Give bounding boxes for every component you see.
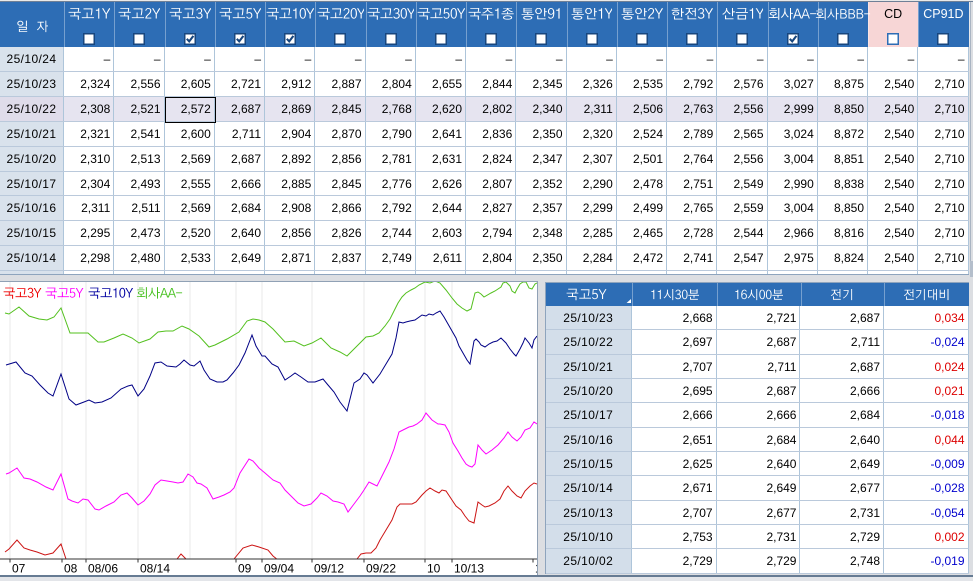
svg-text:09/22: 09/22 [366, 561, 396, 575]
svg-text:08: 08 [64, 561, 78, 575]
svg-text:09/04: 09/04 [264, 561, 294, 575]
svg-text:09/12: 09/12 [314, 561, 344, 575]
svg-text:09: 09 [238, 561, 252, 575]
svg-text:10: 10 [427, 561, 441, 575]
svg-text:07: 07 [12, 561, 26, 575]
svg-text:10/13: 10/13 [454, 561, 484, 575]
svg-text:08/06: 08/06 [88, 561, 118, 575]
svg-text:08/14: 08/14 [140, 561, 170, 575]
svg-text:1: 1 [535, 561, 537, 575]
